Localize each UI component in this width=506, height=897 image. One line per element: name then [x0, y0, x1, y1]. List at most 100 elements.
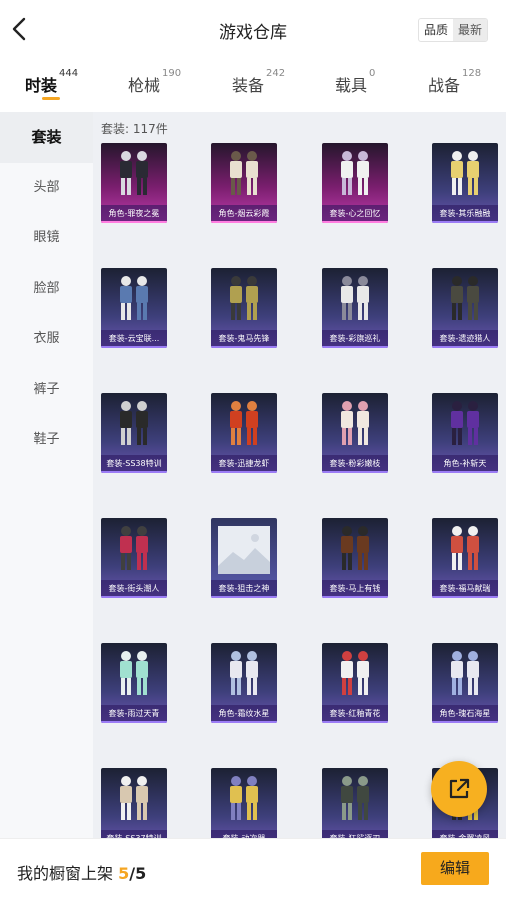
item-card-rarity-bar — [432, 471, 498, 473]
header: 游戏仓库 品质 最新 — [0, 0, 506, 60]
item-card-rarity-bar — [322, 721, 388, 723]
outfit-figure-icon — [341, 276, 369, 320]
outfit-figure-icon — [341, 651, 369, 695]
active-tab-indicator — [42, 97, 60, 100]
tab-label: 载具 — [335, 76, 368, 95]
outfit-figure-icon — [230, 401, 258, 445]
image-placeholder-icon — [218, 526, 270, 574]
item-card[interactable]: 套装-彩旗巡礼 — [322, 268, 388, 348]
sidebar-item-set[interactable]: 套装 — [0, 112, 93, 163]
item-card-label: 套装-动次器 — [211, 830, 277, 838]
item-card-rarity-bar — [322, 221, 388, 223]
item-card-rarity-bar — [432, 721, 498, 723]
item-card[interactable]: 套装-雨过天青 — [101, 643, 167, 723]
sidebar-item-clothes[interactable]: 衣服 — [0, 314, 93, 365]
item-content: 套装: 117件 角色-罪夜之冕 角色-烟云彩霞 套装-心之回忆 套装-其乐融融 套装-… — [93, 112, 506, 838]
item-card[interactable]: 套装-马上有钱 — [322, 518, 388, 598]
item-card[interactable]: 套装-动次器 — [211, 768, 277, 838]
sidebar-item-glasses[interactable]: 眼镜 — [0, 213, 93, 264]
outfit-figure-icon — [341, 151, 369, 195]
tab-vehicles[interactable]: 载具0 — [335, 68, 375, 96]
category-tabs: 时装444 枪械190 装备242 载具0 战备128 — [0, 60, 506, 112]
tab-equipment[interactable]: 装备242 — [232, 68, 285, 96]
outfit-figure-icon — [120, 401, 148, 445]
outfit-figure-icon — [230, 776, 258, 820]
item-card[interactable]: 角色-烟云彩霞 — [211, 143, 277, 223]
item-card[interactable]: 角色-霜纹水星 — [211, 643, 277, 723]
outfit-figure-icon — [230, 651, 258, 695]
item-card[interactable]: 套装-福马献瑞 — [432, 518, 498, 598]
outfit-figure-icon — [230, 276, 258, 320]
outfit-figure-icon — [120, 276, 148, 320]
outfit-figure-icon — [451, 526, 479, 570]
outfit-figure-icon — [341, 401, 369, 445]
outfit-figure-icon — [120, 651, 148, 695]
sidebar-item-pants[interactable]: 裤子 — [0, 365, 93, 416]
item-card-label: 套装-金翼凌风 — [432, 830, 498, 838]
item-card-rarity-bar — [211, 721, 277, 723]
edit-button[interactable]: 编辑 — [421, 852, 489, 885]
item-card[interactable]: 套装-粉彩嫩枝 — [322, 393, 388, 473]
item-count: 套装: 117件 — [101, 122, 168, 136]
item-card-rarity-bar — [211, 471, 277, 473]
tab-count: 444 — [59, 68, 79, 79]
tab-count: 242 — [266, 68, 286, 79]
item-card-rarity-bar — [211, 596, 277, 598]
item-card-rarity-bar — [101, 221, 167, 223]
outfit-figure-icon — [120, 526, 148, 570]
item-card[interactable]: 套装-街头潮人 — [101, 518, 167, 598]
sidebar-item-face[interactable]: 脸部 — [0, 264, 93, 315]
item-card-rarity-bar — [322, 471, 388, 473]
item-card-label: 套装-狂鲨逐刃 — [322, 830, 388, 838]
item-card[interactable]: 套装-红釉青花 — [322, 643, 388, 723]
showcase-status: 我的橱窗上架 5/5 — [17, 860, 146, 884]
showcase-current: 5 — [118, 864, 130, 883]
tab-count: 0 — [369, 68, 376, 79]
item-card[interactable]: 角色-瑰石海星 — [432, 643, 498, 723]
tab-guns[interactable]: 枪械190 — [128, 68, 181, 96]
item-card-rarity-bar — [211, 221, 277, 223]
outfit-figure-icon — [451, 151, 479, 195]
item-card[interactable]: 套装-SS38特训 — [101, 393, 167, 473]
tab-count: 128 — [462, 68, 482, 79]
outfit-figure-icon — [451, 276, 479, 320]
item-card[interactable]: 套装-遗迹猎人 — [432, 268, 498, 348]
item-card-rarity-bar — [101, 721, 167, 723]
sidebar-item-head[interactable]: 头部 — [0, 163, 93, 214]
item-card[interactable]: 套装-迅捷龙虾 — [211, 393, 277, 473]
item-card[interactable]: 套装-狙击之神 — [211, 518, 277, 598]
tab-label: 枪械 — [128, 76, 161, 95]
item-card-rarity-bar — [432, 346, 498, 348]
item-card-rarity-bar — [101, 471, 167, 473]
item-card-rarity-bar — [432, 596, 498, 598]
item-card[interactable]: 套装-鬼马先锋 — [211, 268, 277, 348]
tab-fashion[interactable]: 时装444 — [25, 68, 78, 96]
bottom-bar: 我的橱窗上架 5/5 编辑 — [0, 838, 506, 897]
item-card[interactable]: 角色-补斩天 — [432, 393, 498, 473]
item-card[interactable]: 角色-罪夜之冕 — [101, 143, 167, 223]
showcase-total: 5 — [135, 864, 147, 883]
item-card-rarity-bar — [432, 221, 498, 223]
item-card[interactable]: 套装-狂鲨逐刃 — [322, 768, 388, 838]
outfit-figure-icon — [230, 151, 258, 195]
item-card-rarity-bar — [101, 596, 167, 598]
item-card[interactable]: 套装-其乐融融 — [432, 143, 498, 223]
sort-option-quality[interactable]: 品质 — [419, 19, 453, 41]
item-card-rarity-bar — [322, 346, 388, 348]
sort-option-newest[interactable]: 最新 — [452, 19, 487, 41]
sort-toggle: 品质 最新 — [417, 18, 488, 42]
sidebar-item-shoes[interactable]: 鞋子 — [0, 415, 93, 466]
item-card[interactable]: 套装-云宝联... — [101, 268, 167, 348]
tab-label: 时装 — [25, 76, 58, 95]
outfit-figure-icon — [451, 651, 479, 695]
outfit-figure-icon — [120, 776, 148, 820]
item-card-rarity-bar — [322, 596, 388, 598]
outfit-figure-icon — [451, 401, 479, 445]
external-link-icon — [449, 778, 470, 799]
item-card[interactable]: 套装-心之回忆 — [322, 143, 388, 223]
showcase-label: 我的橱窗上架 — [17, 864, 114, 883]
item-card[interactable]: 套装-SS37特训 — [101, 768, 167, 838]
share-button[interactable] — [431, 761, 487, 817]
outfit-figure-icon — [341, 526, 369, 570]
tab-battle-prep[interactable]: 战备128 — [428, 68, 481, 96]
